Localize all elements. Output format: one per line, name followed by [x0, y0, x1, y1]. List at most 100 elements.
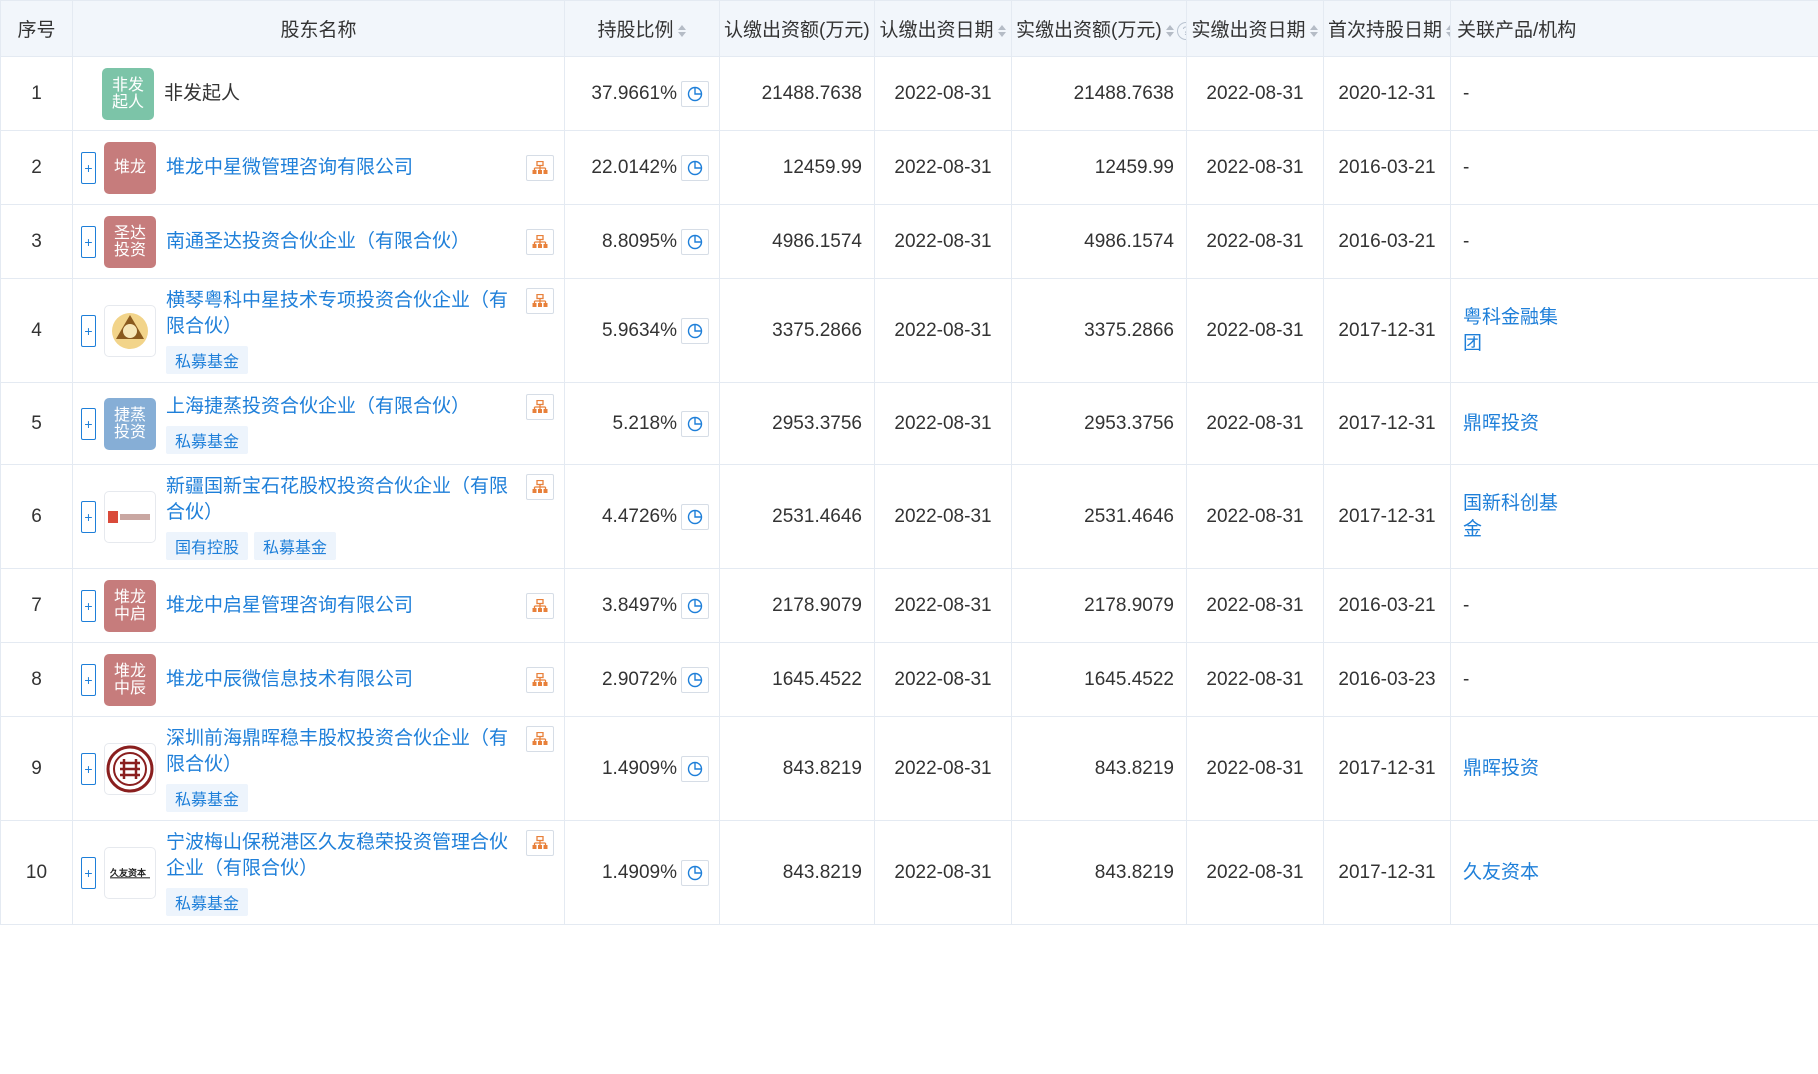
pie-chart-icon[interactable]	[681, 859, 709, 886]
plus-icon[interactable]: +	[81, 856, 96, 889]
tag[interactable]: 私募基金	[166, 783, 249, 812]
related-link[interactable]: 粤科金融集团	[1463, 305, 1558, 357]
sort-icon[interactable]	[677, 23, 687, 39]
equity-structure-icon[interactable]	[526, 287, 554, 314]
equity-structure-icon[interactable]	[526, 592, 554, 619]
plus-icon[interactable]: +	[81, 314, 96, 347]
subscribed-amount: 3375.2866	[719, 278, 875, 383]
shareholder-link[interactable]: 堆龙中星微管理咨询有限公司	[166, 157, 413, 178]
header-subscribed-date[interactable]: 认缴出资日期	[874, 0, 1012, 57]
equity-structure-icon[interactable]	[526, 666, 554, 693]
shareholder-name[interactable]: 深圳前海鼎晖稳丰股权投资合伙企业（有限合伙）	[166, 726, 518, 778]
pie-chart-icon[interactable]	[681, 317, 709, 344]
related-cell: -	[1450, 204, 1818, 279]
shareholder-name[interactable]: 堆龙中启星管理咨询有限公司	[166, 593, 518, 619]
shareholder-name[interactable]: 南通圣达投资合伙企业（有限合伙）	[166, 229, 518, 255]
header-paid-amount[interactable]: 实缴出资额(万元)?	[1011, 0, 1187, 57]
pie-chart-icon[interactable]	[681, 592, 709, 619]
shareholder-name[interactable]: 横琴粤科中星技术专项投资合伙企业（有限合伙）	[166, 288, 518, 340]
shareholder-name[interactable]: 新疆国新宝石花股权投资合伙企业（有限合伙）	[166, 474, 518, 526]
header-subscribed-amount[interactable]: 认缴出资额(万元)	[719, 0, 875, 57]
shareholder-link[interactable]: 南通圣达投资合伙企业（有限合伙）	[166, 231, 470, 252]
plus-icon[interactable]: +	[81, 663, 96, 696]
tag[interactable]: 私募基金	[254, 531, 337, 560]
subscribed-amount: 4986.1574	[719, 204, 875, 279]
pie-chart-icon[interactable]	[681, 410, 709, 437]
equity-structure-icon[interactable]	[526, 154, 554, 181]
shareholder-name[interactable]: 堆龙中辰微信息技术有限公司	[166, 667, 518, 693]
plus-icon[interactable]: +	[81, 589, 96, 622]
sort-icon[interactable]	[1445, 23, 1450, 39]
shareholder-cell: + 堆龙 中辰 堆龙中辰微信息技术有限公司	[72, 642, 565, 717]
related-link[interactable]: 久友资本	[1463, 860, 1558, 886]
pie-chart-icon[interactable]	[681, 755, 709, 782]
tag[interactable]: 私募基金	[166, 425, 249, 454]
sort-icon[interactable]	[1309, 23, 1319, 39]
related-link[interactable]: 鼎晖投资	[1463, 756, 1558, 782]
paid-amount: 843.8219	[1011, 820, 1187, 925]
table-row: 10 + 久友资本 宁波梅山保税港区久友稳荣投资管理合伙企业（有限合伙） 私募基金 1.4…	[0, 820, 1818, 925]
shareholder-name[interactable]: 宁波梅山保税港区久友稳荣投资管理合伙企业（有限合伙）	[166, 830, 518, 882]
tag[interactable]: 私募基金	[166, 887, 249, 916]
shareholder-link[interactable]: 新疆国新宝石花股权投资合伙企业（有限合伙）	[166, 476, 508, 523]
shareholder-link[interactable]: 上海捷蒸投资合伙企业（有限合伙）	[166, 396, 470, 417]
logo-text: 非发 起人	[111, 76, 144, 111]
ratio-value: 3.8497%	[601, 594, 677, 616]
header-paid-date[interactable]: 实缴出资日期	[1186, 0, 1324, 57]
equity-structure-icon[interactable]	[526, 393, 554, 420]
plus-icon[interactable]: +	[81, 225, 96, 258]
related-empty: -	[1463, 668, 1470, 690]
sort-icon[interactable]	[997, 23, 1007, 39]
pie-chart-icon[interactable]	[681, 154, 709, 181]
paid-date: 2022-08-31	[1186, 820, 1324, 925]
avatar: 捷蒸 投资	[104, 397, 156, 450]
shareholder-name[interactable]: 堆龙中星微管理咨询有限公司	[166, 155, 518, 181]
tag-list: 国有控股 私募基金	[166, 531, 554, 560]
header-ratio[interactable]: 持股比例	[564, 0, 720, 57]
pie-chart-icon[interactable]	[681, 228, 709, 255]
subscribed-amount: 2178.9079	[719, 568, 875, 643]
equity-structure-icon[interactable]	[526, 725, 554, 752]
equity-structure-icon[interactable]	[526, 228, 554, 255]
table-row: 7 + 堆龙 中启 堆龙中启星管理咨询有限公司 3.8497% 2178.9079 2022-…	[0, 568, 1818, 643]
equity-structure-icon[interactable]	[526, 829, 554, 856]
tag[interactable]: 国有控股	[166, 531, 249, 560]
ratio-value: 8.8095%	[601, 230, 677, 252]
paid-date: 2022-08-31	[1186, 382, 1324, 465]
equity-structure-icon[interactable]	[526, 473, 554, 500]
shareholder-table: 序号 股东名称 持股比例 认缴出资额(万元) 认缴出资日期 实缴出资额(万元)?…	[0, 0, 1818, 925]
sort-icon[interactable]	[1165, 23, 1175, 39]
plus-icon[interactable]: +	[81, 407, 96, 440]
header-related-label: 关联产品/机构	[1457, 20, 1577, 41]
shareholder-link[interactable]: 堆龙中辰微信息技术有限公司	[166, 669, 413, 690]
paid-amount: 843.8219	[1011, 716, 1187, 821]
avatar: 久友资本	[104, 846, 156, 899]
tag[interactable]: 私募基金	[166, 345, 249, 374]
subscribed-amount: 843.8219	[719, 716, 875, 821]
shareholder-link[interactable]: 横琴粤科中星技术专项投资合伙企业（有限合伙）	[166, 290, 508, 337]
ratio-cell: 4.4726%	[564, 464, 720, 569]
related-link[interactable]: 鼎晖投资	[1463, 411, 1558, 437]
pie-chart-icon[interactable]	[681, 666, 709, 693]
ratio-value: 37.9661%	[591, 82, 677, 104]
shareholder-link[interactable]: 堆龙中启星管理咨询有限公司	[166, 595, 413, 616]
shareholder-link[interactable]: 宁波梅山保税港区久友稳荣投资管理合伙企业（有限合伙）	[166, 832, 508, 879]
shareholder-link[interactable]: 深圳前海鼎晖稳丰股权投资合伙企业（有限合伙）	[166, 728, 508, 775]
row-index: 9	[0, 716, 73, 821]
plus-icon[interactable]: +	[81, 752, 96, 785]
first-date: 2016-03-21	[1323, 568, 1451, 643]
pie-chart-icon[interactable]	[681, 80, 709, 107]
question-icon[interactable]: ?	[1176, 21, 1186, 40]
subscribed-date: 2022-08-31	[874, 716, 1012, 821]
plus-icon[interactable]: +	[81, 151, 96, 184]
pie-chart-icon[interactable]	[681, 503, 709, 530]
plus-icon[interactable]: +	[81, 500, 96, 533]
subscribed-amount: 843.8219	[719, 820, 875, 925]
row-index: 1	[0, 56, 73, 131]
shareholder-name[interactable]: 上海捷蒸投资合伙企业（有限合伙）	[166, 394, 518, 420]
related-link[interactable]: 国新科创基金	[1463, 491, 1558, 543]
paid-date: 2022-08-31	[1186, 56, 1324, 131]
related-cell: 鼎晖投资	[1450, 716, 1818, 821]
header-first-date[interactable]: 首次持股日期	[1323, 0, 1451, 57]
related-empty: -	[1463, 156, 1470, 178]
